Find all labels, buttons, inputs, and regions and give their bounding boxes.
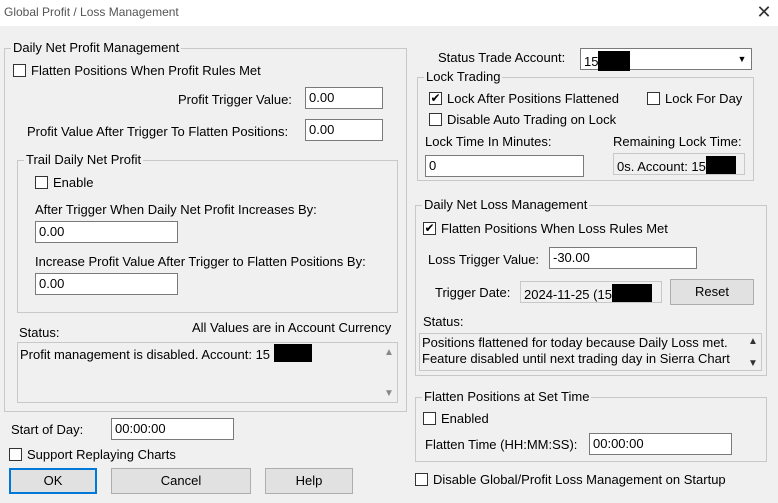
scroll-up-icon[interactable]: ▲ — [384, 347, 394, 358]
support-replay-label: Support Replaying Charts — [27, 447, 176, 462]
start-of-day-label: Start of Day: — [11, 422, 84, 437]
scroll-down-icon[interactable]: ▼ — [384, 388, 394, 399]
flatten-time-input[interactable]: 00:00:00 — [589, 433, 732, 455]
scroll-up-icon[interactable]: ▲ — [748, 336, 758, 347]
lock-after-flatten-checkbox[interactable]: ✔ — [429, 92, 442, 105]
close-icon[interactable]: ✕ — [752, 1, 776, 23]
disable-auto-checkbox[interactable] — [429, 113, 442, 126]
lock-time-label: Lock Time In Minutes: — [425, 134, 552, 149]
redacted-account — [598, 51, 631, 71]
profit-group-legend: Daily Net Profit Management — [13, 40, 180, 55]
help-button[interactable]: Help — [265, 468, 353, 494]
redacted-account — [611, 284, 652, 302]
disable-startup-checkbox[interactable] — [415, 473, 428, 486]
trail-increase-after-label: Increase Profit Value After Trigger to F… — [35, 254, 366, 269]
flatten-time-label: Flatten Time (HH:MM:SS): — [425, 437, 578, 452]
chevron-down-icon[interactable]: ▼ — [733, 49, 751, 69]
trail-enable-label: Enable — [53, 175, 94, 190]
trail-enable-checkbox[interactable] — [35, 176, 48, 189]
profit-flatten-label: Flatten Positions When Profit Rules Met — [31, 63, 261, 78]
loss-flatten-checkbox[interactable]: ✔ — [423, 222, 436, 235]
loss-flatten-label: Flatten Positions When Loss Rules Met — [441, 221, 668, 236]
loss-trigger-input[interactable]: -30.00 — [549, 247, 697, 269]
start-of-day-input[interactable]: 00:00:00 — [111, 418, 234, 440]
trail-increase-after-input[interactable]: 0.00 — [35, 273, 178, 295]
remaining-lock-field: 0s. Account: 15 — [613, 153, 745, 175]
trigger-date-field: 2024-11-25 (15 — [520, 281, 662, 303]
reset-button[interactable]: Reset — [670, 279, 754, 305]
loss-status-label: Status: — [423, 314, 464, 329]
disable-startup-label: Disable Global/Profit Loss Management on… — [433, 472, 726, 487]
window-title: Global Profit / Loss Management — [4, 5, 179, 19]
flatten-time-enabled-label: Enabled — [441, 411, 489, 426]
flatten-time-group-legend: Flatten Positions at Set Time — [424, 389, 590, 404]
trigger-date-label: Trigger Date: — [435, 285, 511, 300]
loss-status-text-1: Positions flattened for today because Da… — [422, 335, 728, 350]
redacted-account — [273, 344, 312, 362]
profit-trigger-label: Profit Trigger Value: — [178, 92, 292, 107]
profit-after-trigger-input[interactable]: 0.00 — [305, 119, 383, 141]
status-account-label: Status Trade Account: — [438, 50, 566, 65]
profit-status-scrollbar[interactable]: ▲ ▼ — [380, 343, 397, 402]
lock-time-input[interactable]: 0 — [425, 155, 584, 177]
loss-status-scrollbar[interactable]: ▲ ▼ — [744, 334, 761, 370]
flatten-time-enabled-checkbox[interactable] — [423, 412, 436, 425]
trail-increase-label: After Trigger When Daily Net Profit Incr… — [35, 202, 317, 217]
status-account-value: 15 — [584, 51, 631, 71]
remaining-lock-label: Remaining Lock Time: — [613, 134, 742, 149]
trail-increase-input[interactable]: 0.00 — [35, 221, 178, 243]
status-account-select[interactable]: 15 ▼ — [580, 48, 752, 71]
lock-for-day-label: Lock For Day — [665, 91, 743, 106]
lock-after-flatten-label: Lock After Positions Flattened — [447, 91, 619, 106]
lock-group-legend: Lock Trading — [426, 69, 501, 84]
profit-status-textarea[interactable]: Profit management is disabled. Account: … — [17, 342, 398, 403]
currency-note: All Values are in Account Currency — [192, 320, 392, 335]
profit-trigger-input[interactable]: 0.00 — [305, 87, 383, 109]
support-replay-checkbox[interactable] — [9, 448, 22, 461]
trail-group-legend: Trail Daily Net Profit — [26, 152, 142, 167]
profit-flatten-checkbox[interactable] — [13, 64, 26, 77]
loss-trigger-label: Loss Trigger Value: — [428, 252, 540, 267]
loss-status-textarea[interactable]: Positions flattened for today because Da… — [419, 333, 762, 371]
lock-for-day-checkbox[interactable] — [647, 92, 660, 105]
loss-group-legend: Daily Net Loss Management — [424, 197, 588, 212]
disable-auto-label: Disable Auto Trading on Lock — [447, 112, 617, 127]
redacted-account — [705, 156, 736, 174]
profit-status-text: Profit management is disabled. Account: … — [20, 344, 312, 362]
cancel-button[interactable]: Cancel — [111, 468, 251, 494]
loss-status-text-2: Feature disabled until next trading day … — [422, 351, 730, 366]
profit-after-trigger-label: Profit Value After Trigger To Flatten Po… — [27, 124, 289, 139]
profit-status-label: Status: — [19, 325, 60, 340]
ok-button[interactable]: OK — [9, 468, 97, 494]
scroll-down-icon[interactable]: ▼ — [748, 358, 758, 369]
